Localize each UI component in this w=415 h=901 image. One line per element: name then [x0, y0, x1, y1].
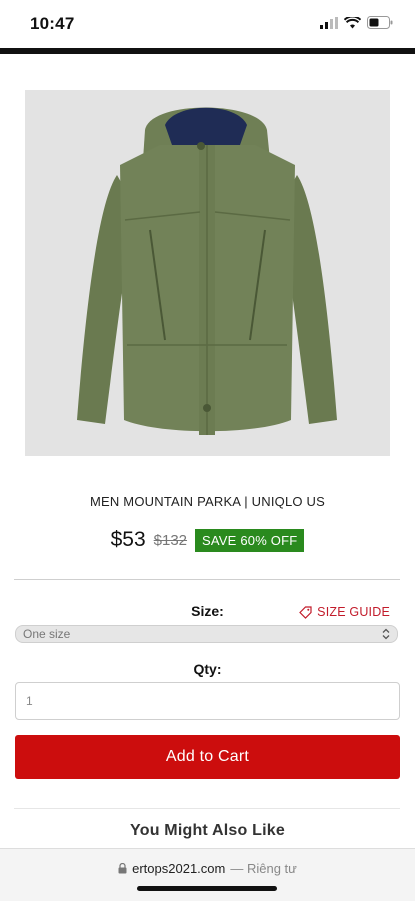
size-selected-value: One size	[23, 627, 71, 641]
status-icons	[320, 16, 393, 29]
private-label: — Riêng tư	[230, 861, 297, 876]
url-domain: ertops2021.com	[132, 861, 226, 876]
address-bar[interactable]: ertops2021.com — Riêng tư	[0, 861, 415, 876]
add-to-cart-button[interactable]: Add to Cart	[15, 735, 400, 779]
product-title: MEN MOUNTAIN PARKA | UNIQLO US	[90, 494, 325, 509]
price-row: $53 $132 SAVE 60% OFF	[0, 528, 415, 552]
section-divider	[14, 808, 400, 809]
original-price: $132	[153, 531, 188, 549]
updown-chevron-icon	[382, 628, 390, 640]
lock-icon	[118, 863, 127, 874]
tag-icon	[299, 605, 312, 619]
quantity-input[interactable]: 1	[15, 682, 400, 720]
wifi-icon	[344, 16, 361, 28]
qty-label: Qty:	[193, 661, 222, 677]
signal-icon	[320, 16, 338, 29]
size-guide-link[interactable]: SIZE GUIDE	[299, 605, 390, 619]
current-price: $53	[110, 528, 146, 551]
header-rule	[0, 48, 415, 54]
section-divider	[14, 579, 400, 580]
parka-illustration	[77, 107, 337, 435]
home-indicator[interactable]	[137, 886, 277, 891]
size-guide-label: SIZE GUIDE	[317, 605, 390, 619]
battery-icon	[367, 16, 393, 29]
product-image[interactable]	[25, 90, 390, 456]
status-bar: 10:47	[0, 0, 415, 48]
recommendations-heading: You Might Also Like	[130, 822, 285, 839]
discount-badge: SAVE 60% OFF	[195, 528, 305, 552]
status-time: 10:47	[30, 14, 75, 33]
size-select[interactable]: One size	[15, 625, 398, 643]
